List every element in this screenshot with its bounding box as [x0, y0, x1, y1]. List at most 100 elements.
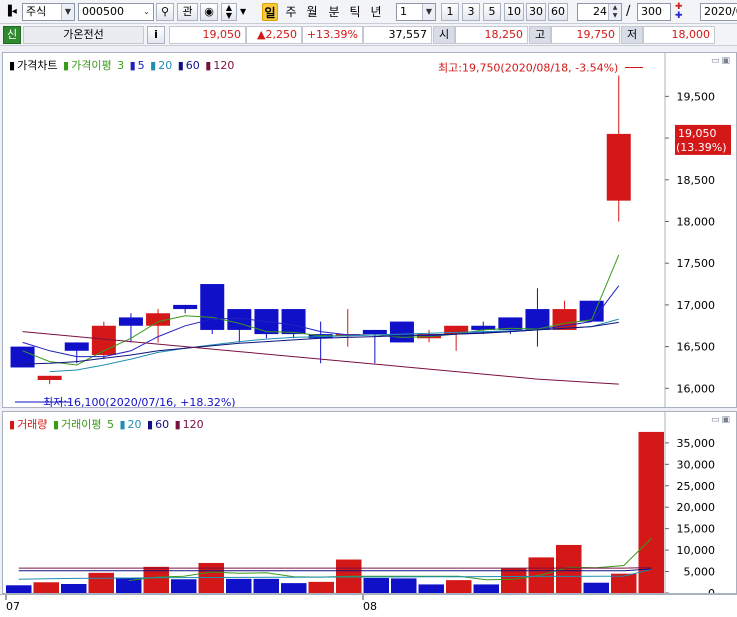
open-price: 18,250 [455, 26, 528, 44]
volume-bar [254, 579, 280, 593]
sync-button[interactable]: ◉ [200, 3, 218, 21]
price-tick-label: 17,000 [677, 299, 716, 312]
display-count-value: 24 [593, 5, 607, 18]
volume-tick-label: 30,000 [677, 458, 716, 471]
volume-tick-label: 0 [708, 587, 715, 593]
count-separator: / [626, 3, 634, 21]
high-annotation: 최고:19,750(2020/08/18, -3.54%) [438, 62, 618, 75]
trade-volume: 37,557 [363, 26, 432, 44]
candle-body [65, 342, 89, 350]
low-annotation: 최저:16,100(2020/07/16, +18.32%) [43, 396, 236, 407]
credit-badge: 신 [3, 26, 21, 44]
search-button[interactable]: ⚲ [156, 3, 174, 21]
chevron-down-icon[interactable]: ▼ [61, 4, 74, 20]
volume-tick-label: 10,000 [677, 544, 716, 557]
arrow-down-icon: ▼ [226, 11, 232, 20]
candle-body [607, 134, 631, 201]
chevron-down-icon[interactable]: ⌄ [140, 4, 153, 20]
candle-body [363, 330, 387, 334]
volume-tick-label: 35,000 [677, 437, 716, 450]
stock-code-input[interactable]: 000500 ⌄ [78, 3, 154, 21]
price-change: ▲2,250 [246, 26, 302, 44]
unit-30-button[interactable]: 30 [526, 3, 546, 21]
unit-value: 1 [400, 5, 407, 18]
unit-10-button[interactable]: 10 [504, 3, 524, 21]
chevron-down-icon[interactable]: ▼ [422, 4, 435, 20]
x-tick-label: 08 [363, 600, 377, 613]
toggle-panel-icon[interactable]: ▐◂ [4, 3, 20, 21]
stock-name: 가온전선 [23, 26, 144, 44]
volume-bar [309, 582, 335, 593]
stock-code-value: 000500 [82, 5, 124, 18]
market-type-value: 주식 [26, 5, 46, 18]
volume-bar [61, 584, 87, 593]
price-chart-svg: 16,00016,50017,00017,50018,00018,50019,0… [3, 53, 736, 407]
volume-bar [364, 578, 390, 593]
tab-period-minute[interactable]: 분 [326, 3, 342, 21]
volume-tick-label: 5,000 [684, 566, 716, 579]
volume-chart-svg: 0 5,000 10,000 15,000 20,000 25,000 30,000 35,0… [3, 412, 736, 593]
low-label: 저 [621, 26, 643, 44]
price-tick-label: 17,500 [677, 257, 716, 270]
unit-3-button[interactable]: 3 [462, 3, 480, 21]
volume-bar [419, 584, 445, 593]
open-label: 시 [433, 26, 455, 44]
toolbar: ▐◂ 주식 ▼ 000500 ⌄ ⚲ 관 ◉ ▲ ▼ ▼ 일 주 월 분 틱 년… [0, 0, 737, 24]
spin-icon[interactable]: ▲▼ [608, 4, 621, 20]
high-price: 19,750 [551, 26, 620, 44]
volume-bar [34, 582, 60, 593]
total-count-input[interactable]: 300 [637, 3, 671, 21]
price-tick-label: 16,000 [677, 382, 716, 395]
volume-bar [501, 569, 527, 593]
tab-period-day[interactable]: 일 [262, 3, 278, 21]
volume-bar [446, 580, 472, 593]
price-chart-panel: ▮가격차트 ▮가격이평 3 ▮5 ▮20 ▮60 ▮120 ▭▣ 16,0001… [2, 52, 737, 408]
volume-chart-panel: ▮거래량 ▮거래이평 5 ▮20 ▮60 ▮120 ▭▣ 05,00010,00… [2, 411, 737, 594]
tab-period-month[interactable]: 월 [304, 3, 320, 21]
price-tick-label: 18,500 [677, 174, 716, 187]
volume-tick-label: 25,000 [677, 480, 716, 493]
low-price: 18,000 [643, 26, 715, 44]
quote-bar: 신 가온전선 i 19,050 ▲2,250 +13.39% 37,557 시 … [0, 24, 737, 46]
grid-settings-icon[interactable]: ✚✚ [675, 3, 689, 21]
x-axis: 07 08 [0, 594, 737, 613]
stepper-button[interactable]: ▲ ▼ [221, 3, 237, 21]
volume-bar [171, 579, 197, 593]
unit-select[interactable]: 1 ▼ [396, 3, 436, 21]
date-input[interactable]: 2020/0 [700, 3, 737, 21]
high-label: 고 [529, 26, 551, 44]
current-price-pct-label: (13.39%) [676, 141, 727, 154]
unit-60-button[interactable]: 60 [548, 3, 568, 21]
unit-1-button[interactable]: 1 [441, 3, 459, 21]
price-tick-label: 19,500 [677, 90, 716, 103]
price-tick-label: 16,500 [677, 341, 716, 354]
volume-bar [391, 578, 417, 593]
info-button[interactable]: i [147, 26, 165, 44]
candle-body [38, 376, 62, 380]
volume-tick-label: 15,000 [677, 523, 716, 536]
volume-bar [6, 585, 32, 593]
current-price: 19,050 [169, 26, 246, 44]
tab-period-week[interactable]: 주 [283, 3, 299, 21]
candle-body [282, 309, 306, 334]
candle-body [390, 322, 414, 343]
candle-body [200, 284, 224, 330]
candle-body [173, 305, 197, 309]
x-tick-label: 07 [6, 600, 20, 613]
volume-bar [226, 579, 252, 593]
volume-bar [556, 545, 582, 593]
chart-window: ▐◂ 주식 ▼ 000500 ⌄ ⚲ 관 ◉ ▲ ▼ ▼ 일 주 월 분 틱 년… [0, 0, 737, 613]
x-axis-svg: 07 08 [0, 595, 737, 614]
candle-body [119, 317, 143, 325]
tab-period-year[interactable]: 년 [368, 3, 384, 21]
search-icon: ⚲ [161, 5, 169, 18]
interest-button[interactable]: 관 [177, 3, 198, 21]
tab-period-tick[interactable]: 틱 [347, 3, 363, 21]
current-price-label: 19,050 [678, 127, 717, 140]
unit-5-button[interactable]: 5 [483, 3, 501, 21]
market-type-select[interactable]: 주식 ▼ [22, 3, 75, 21]
volume-bar [474, 584, 500, 593]
volume-tick-label: 20,000 [677, 501, 716, 514]
more-dropdown-icon[interactable]: ▼ [240, 3, 250, 21]
display-count-input[interactable]: 24 ▲▼ [577, 3, 622, 21]
